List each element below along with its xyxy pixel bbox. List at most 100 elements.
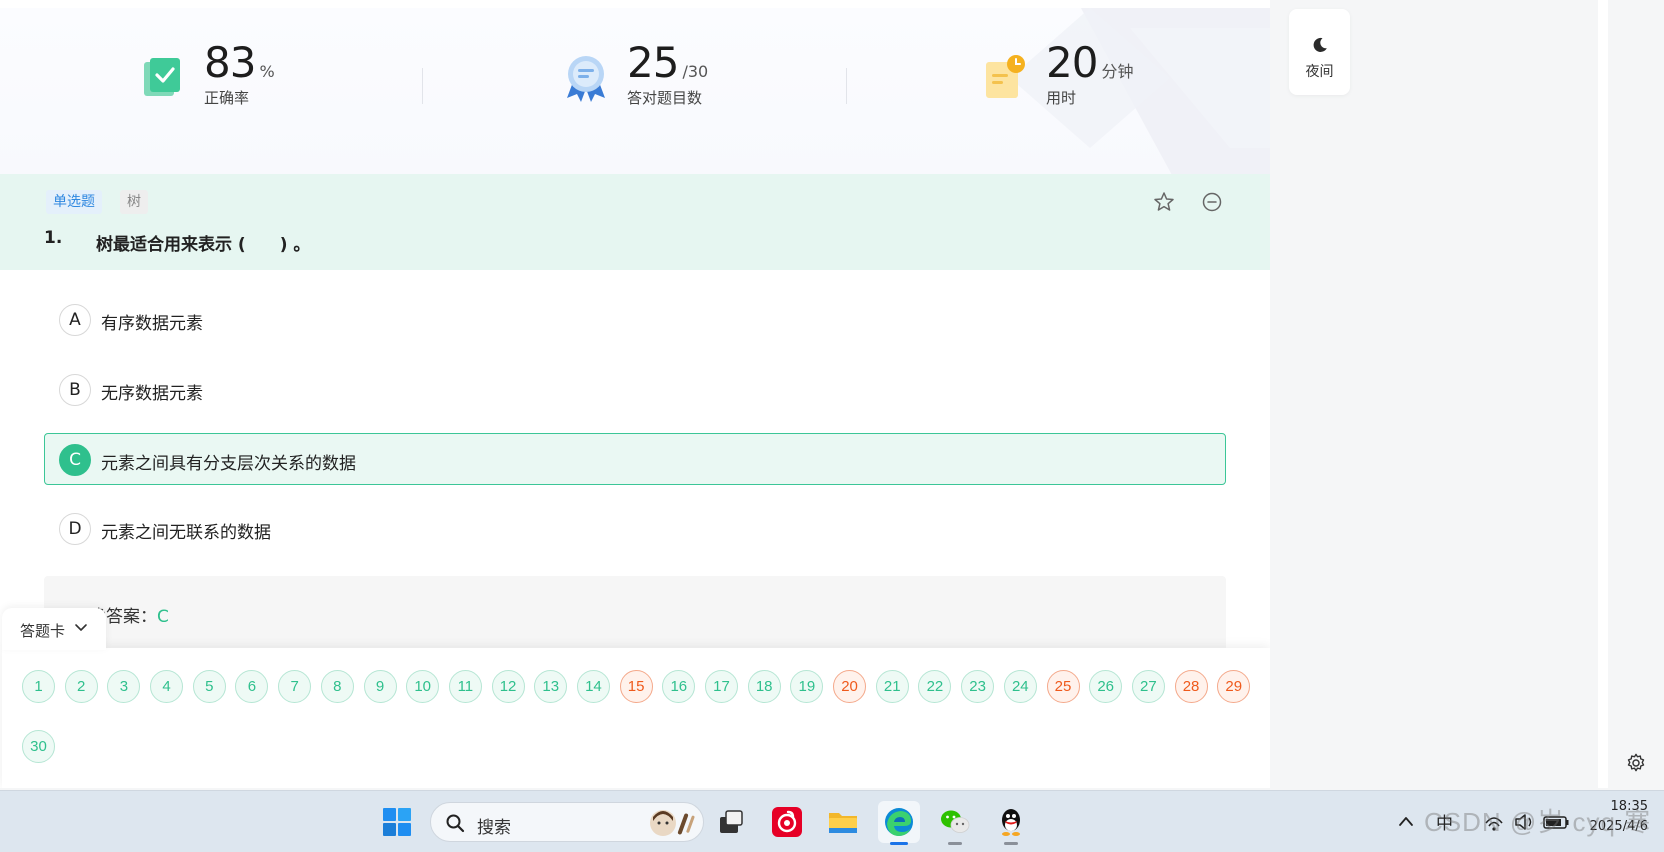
option-letter: B: [59, 374, 91, 406]
option-letter: C: [59, 444, 91, 476]
option-letter: D: [59, 513, 91, 545]
accuracy-value: 83: [204, 38, 256, 87]
question-number-26[interactable]: 26: [1089, 670, 1123, 703]
os-taskbar: 搜索 中 18:35 2025/4/6: [0, 790, 1664, 852]
main-panel: 83% 正确率 25/30 答对题目数 20 分钟 用时 单选题 树 1. 树最…: [0, 0, 1270, 788]
question-number-2[interactable]: 2: [64, 670, 98, 703]
moon-icon: [1313, 37, 1327, 52]
question-number-grid: 1 2 3 4 5 6 7 8 9 10 11 12 13 14 15 16 17 18 19 20 21 22 23 24 2…: [22, 670, 1262, 763]
question-number-19[interactable]: 19: [790, 670, 824, 703]
taskbar-file-explorer[interactable]: [822, 801, 864, 843]
question-number: 1.: [44, 228, 63, 248]
option-a[interactable]: A 有序数据元素: [44, 293, 1226, 345]
correct-count-unit: /30: [682, 62, 709, 81]
app-indicator: [1004, 842, 1018, 845]
clock-date[interactable]: 2025/4/6: [1578, 819, 1648, 834]
question-number-10[interactable]: 10: [406, 670, 440, 703]
option-c[interactable]: C 元素之间具有分支层次关系的数据: [44, 433, 1226, 485]
time-used-value: 20: [1046, 38, 1098, 87]
time-used-label: 用时: [1046, 89, 1077, 107]
taskbar-wechat[interactable]: [934, 801, 976, 845]
option-letter: A: [59, 304, 91, 336]
answer-card-toggle[interactable]: 答题卡: [2, 608, 106, 650]
network-volume-battery-icons[interactable]: [1480, 811, 1580, 833]
result-stats-bar: 83% 正确率 25/30 答对题目数 20 分钟 用时: [0, 8, 1270, 174]
taskbar-qq[interactable]: [990, 801, 1032, 845]
question-number-6[interactable]: 6: [235, 670, 269, 703]
chevron-up-icon[interactable]: [1398, 815, 1414, 827]
question-number-23[interactable]: 23: [961, 670, 995, 703]
night-mode-label: 夜间: [1305, 64, 1334, 80]
question-number-9[interactable]: 9: [363, 670, 397, 703]
question-number-8[interactable]: 8: [320, 670, 354, 703]
option-d[interactable]: D 元素之间无联系的数据: [44, 502, 1226, 554]
favorite-star-icon[interactable]: [1152, 190, 1176, 214]
question-number-17[interactable]: 17: [705, 670, 738, 703]
question-number-29[interactable]: 29: [1217, 670, 1251, 703]
question-type-tag: 单选题: [46, 190, 102, 214]
answer-card-label: 答题卡: [20, 622, 66, 640]
question-number-3[interactable]: 3: [107, 670, 141, 703]
remove-circle-icon[interactable]: [1200, 190, 1224, 214]
question-number-12[interactable]: 12: [491, 670, 525, 703]
taskbar-task-view[interactable]: [710, 801, 752, 843]
answer-card-panel: 1 2 3 4 5 6 7 8 9 10 11 12 13 14 15 16 17 18 19 20 21 22 23 24 2…: [2, 648, 1270, 788]
option-text: 有序数据元素: [101, 314, 203, 334]
question-header: 单选题 树 1. 树最适合用来表示 ( ) 。: [0, 174, 1270, 270]
correct-answer-value: C: [157, 607, 169, 627]
question-number-22[interactable]: 22: [918, 670, 952, 703]
question-number-20[interactable]: 20: [833, 670, 867, 703]
clock-time[interactable]: 18:35: [1578, 799, 1648, 814]
check-book-icon: [144, 58, 180, 96]
question-number-18[interactable]: 18: [747, 670, 781, 703]
windows-start-icon[interactable]: [382, 807, 412, 837]
question-number-21[interactable]: 21: [875, 670, 909, 703]
question-topic-tag: 树: [120, 190, 148, 214]
question-number-16[interactable]: 16: [662, 670, 696, 703]
wechat-icon: [941, 810, 970, 833]
accuracy-unit: %: [259, 62, 275, 81]
qq-penguin-icon: [1002, 809, 1020, 836]
clock-note-icon: [986, 55, 1025, 98]
correct-count-value: 25: [627, 38, 679, 87]
question-number-11[interactable]: 11: [448, 670, 482, 703]
question-number-28[interactable]: 28: [1174, 670, 1208, 703]
folder-icon: [829, 813, 857, 833]
question-number-24[interactable]: 24: [1003, 670, 1037, 703]
search-icon: [446, 814, 465, 833]
question-number-27[interactable]: 27: [1131, 670, 1165, 703]
question-number-25[interactable]: 25: [1046, 670, 1080, 703]
taskbar-edge-browser[interactable]: [878, 801, 920, 845]
search-placeholder: 搜索: [477, 818, 511, 838]
app-indicator: [948, 842, 962, 845]
question-number-7[interactable]: 7: [278, 670, 312, 703]
question-number-15[interactable]: 15: [619, 670, 653, 703]
correct-count-label: 答对题目数: [627, 89, 703, 107]
question-number-4[interactable]: 4: [150, 670, 184, 703]
scrollbar-track[interactable]: [1598, 0, 1608, 788]
accuracy-label: 正确率: [204, 89, 250, 107]
option-text: 元素之间具有分支层次关系的数据: [101, 454, 356, 474]
netease-music-icon: [772, 807, 802, 837]
taskbar-search[interactable]: 搜索: [430, 802, 704, 842]
award-medal-icon: [567, 56, 605, 102]
night-mode-button[interactable]: 夜间: [1289, 9, 1350, 95]
stat-divider: [422, 68, 423, 104]
question-number-5[interactable]: 5: [192, 670, 226, 703]
question-text: 树最适合用来表示 ( ) 。: [96, 235, 311, 255]
taskbar-netease-music[interactable]: [766, 801, 808, 843]
task-view-icon: [720, 810, 743, 833]
time-used-unit: 分钟: [1101, 62, 1134, 81]
question-number-13[interactable]: 13: [534, 670, 568, 703]
chevron-down-icon: [75, 624, 87, 631]
edge-browser-icon: [885, 808, 913, 836]
option-b[interactable]: B 无序数据元素: [44, 363, 1226, 415]
option-text: 元素之间无联系的数据: [101, 523, 271, 543]
search-highlight-icon: [650, 810, 695, 836]
gear-icon[interactable]: [1625, 752, 1647, 774]
question-number-30[interactable]: 30: [22, 730, 55, 763]
input-method-indicator[interactable]: 中: [1436, 809, 1453, 834]
question-number-14[interactable]: 14: [576, 670, 610, 703]
app-window: 83% 正确率 25/30 答对题目数 20 分钟 用时 单选题 树 1. 树最…: [0, 0, 1664, 852]
question-number-1[interactable]: 1: [22, 670, 55, 703]
